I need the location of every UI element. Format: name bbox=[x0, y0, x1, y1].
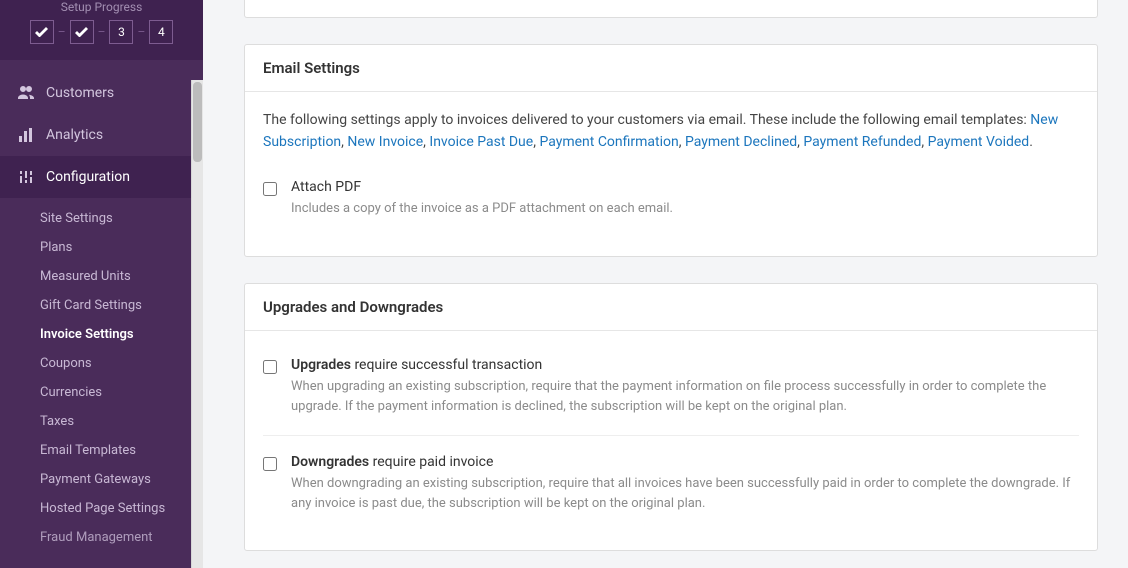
setup-step-1[interactable] bbox=[30, 20, 54, 44]
subnav-plans[interactable]: Plans bbox=[0, 233, 203, 262]
nav-label: Configuration bbox=[46, 169, 130, 185]
scrollbar-thumb[interactable] bbox=[193, 82, 202, 162]
nav-analytics[interactable]: Analytics bbox=[0, 114, 203, 156]
setup-step-2[interactable] bbox=[70, 20, 94, 44]
attach-pdf-help: Includes a copy of the invoice as a PDF … bbox=[291, 199, 1079, 219]
link-payment-refunded[interactable]: Payment Refunded bbox=[803, 134, 921, 150]
card-header-updown: Upgrades and Downgrades bbox=[245, 284, 1097, 331]
step-separator: – bbox=[98, 25, 106, 39]
subnav-taxes[interactable]: Taxes bbox=[0, 407, 203, 436]
subnav-fraud-management[interactable]: Fraud Management bbox=[0, 523, 203, 552]
subnav-measured-units[interactable]: Measured Units bbox=[0, 262, 203, 291]
link-new-invoice[interactable]: New Invoice bbox=[347, 134, 423, 150]
card-header-email: Email Settings bbox=[245, 45, 1097, 92]
upgrades-checkbox[interactable] bbox=[263, 360, 277, 374]
setup-step-4[interactable]: 4 bbox=[149, 20, 173, 44]
main-content: Email Settings The following settings ap… bbox=[214, 0, 1128, 568]
desc-text: The following settings apply to invoices… bbox=[263, 112, 1030, 128]
upgrades-label: Upgrades require successful transaction bbox=[291, 357, 1079, 373]
link-payment-voided[interactable]: Payment Voided bbox=[928, 134, 1030, 150]
subnav-gift-card-settings[interactable]: Gift Card Settings bbox=[0, 291, 203, 320]
downgrades-checkbox[interactable] bbox=[263, 457, 277, 471]
attach-pdf-label: Attach PDF bbox=[291, 179, 1079, 195]
subnav-coupons[interactable]: Coupons bbox=[0, 349, 203, 378]
step-separator: – bbox=[58, 25, 66, 39]
email-settings-card: Email Settings The following settings ap… bbox=[244, 44, 1098, 257]
subnav: Site Settings Plans Measured Units Gift … bbox=[0, 198, 203, 558]
setup-title: Setup Progress bbox=[14, 0, 189, 20]
subnav-email-templates[interactable]: Email Templates bbox=[0, 436, 203, 465]
downgrades-option: Downgrades require paid invoice When dow… bbox=[263, 435, 1079, 532]
users-icon bbox=[18, 85, 34, 101]
nav-label: Analytics bbox=[46, 127, 103, 143]
link-payment-declined[interactable]: Payment Declined bbox=[685, 134, 797, 150]
nav-customers[interactable]: Customers bbox=[0, 72, 203, 114]
setup-step-3[interactable]: 3 bbox=[109, 20, 133, 44]
downgrades-label: Downgrades require paid invoice bbox=[291, 454, 1079, 470]
attach-pdf-option: Attach PDF Includes a copy of the invoic… bbox=[263, 171, 1079, 237]
email-description: The following settings apply to invoices… bbox=[263, 110, 1079, 153]
sidebar: Setup Progress – – 3 – 4 Customers Analy… bbox=[0, 0, 203, 568]
subnav-hosted-page-settings[interactable]: Hosted Page Settings bbox=[0, 494, 203, 523]
setup-steps: – – 3 – 4 bbox=[14, 20, 189, 44]
upgrades-option: Upgrades require successful transaction … bbox=[263, 349, 1079, 435]
downgrades-help: When downgrading an existing subscriptio… bbox=[291, 474, 1079, 514]
link-invoice-past-due[interactable]: Invoice Past Due bbox=[429, 134, 533, 150]
attach-pdf-checkbox[interactable] bbox=[263, 182, 277, 196]
subnav-payment-gateways[interactable]: Payment Gateways bbox=[0, 465, 203, 494]
upgrades-help: When upgrading an existing subscription,… bbox=[291, 377, 1079, 417]
sliders-icon bbox=[18, 169, 34, 185]
previous-card-stub bbox=[244, 0, 1098, 18]
bar-chart-icon bbox=[18, 127, 34, 143]
subnav-site-settings[interactable]: Site Settings bbox=[0, 204, 203, 233]
subnav-invoice-settings[interactable]: Invoice Settings bbox=[0, 320, 203, 349]
link-payment-confirmation[interactable]: Payment Confirmation bbox=[539, 134, 678, 150]
step-separator: – bbox=[137, 25, 145, 39]
setup-progress: Setup Progress – – 3 – 4 bbox=[0, 0, 203, 60]
nav-label: Customers bbox=[46, 85, 114, 101]
subnav-currencies[interactable]: Currencies bbox=[0, 378, 203, 407]
nav-configuration[interactable]: Configuration bbox=[0, 156, 203, 198]
upgrades-downgrades-card: Upgrades and Downgrades Upgrades require… bbox=[244, 283, 1098, 552]
